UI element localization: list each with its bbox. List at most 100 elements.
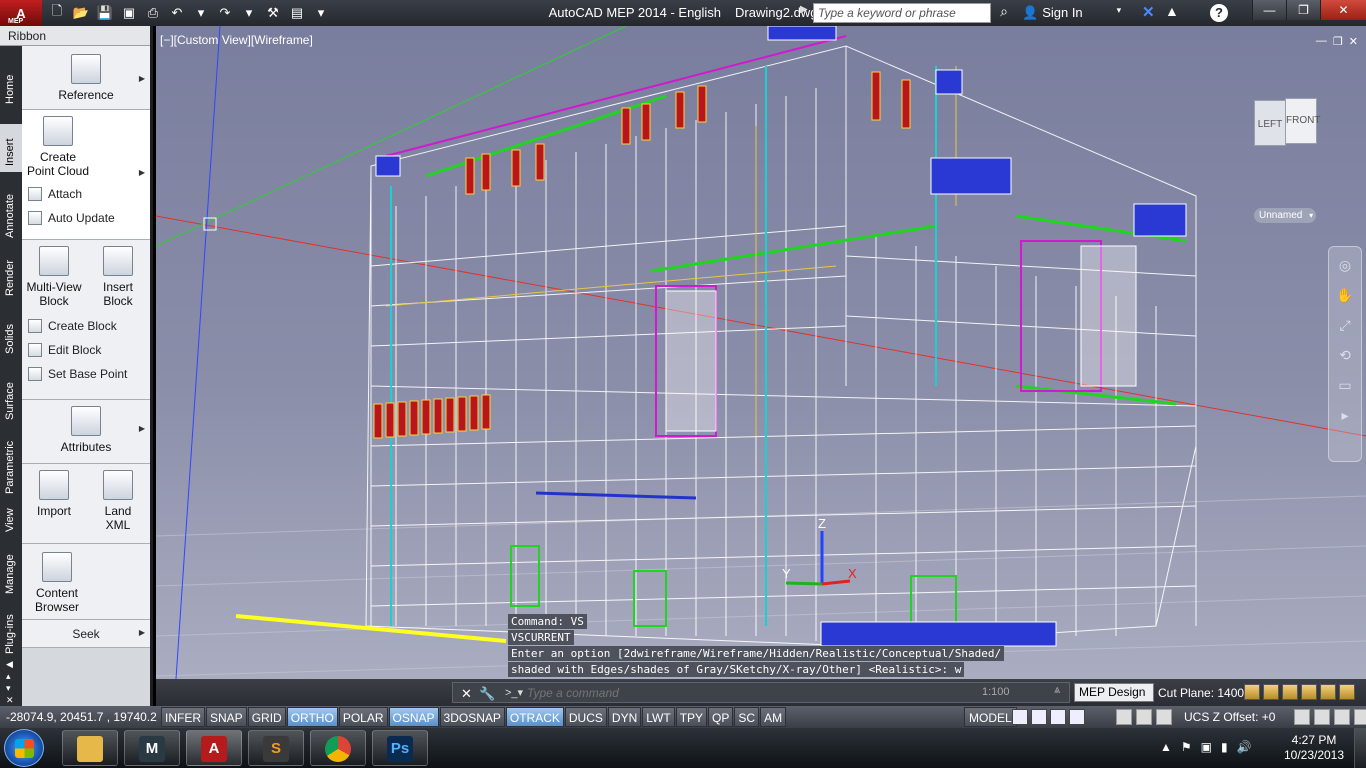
start-button[interactable] bbox=[4, 729, 44, 767]
tab-view[interactable]: View bbox=[0, 496, 22, 536]
set-base-point-button[interactable]: Set Base Point bbox=[22, 362, 150, 386]
annotation-visibility-icon[interactable]: ⩓ bbox=[1054, 684, 1060, 697]
redo-icon[interactable]: ↷ bbox=[214, 3, 236, 23]
toggle-am[interactable]: AM bbox=[760, 707, 787, 727]
show-hidden-icons[interactable]: ▲ bbox=[1160, 740, 1172, 754]
undo-dropdown-icon[interactable]: ▾ bbox=[190, 3, 212, 23]
seek-panel[interactable]: Seek ▶ bbox=[22, 620, 150, 648]
viewport-scale-icon[interactable] bbox=[1069, 709, 1085, 725]
orbit-icon[interactable]: ⟲ bbox=[1335, 347, 1355, 367]
help-icon[interactable]: ? bbox=[1210, 4, 1228, 22]
isolate-icon[interactable] bbox=[1314, 709, 1330, 725]
redo-dropdown-icon[interactable]: ▾ bbox=[238, 3, 260, 23]
taskbar-maya[interactable]: M bbox=[124, 730, 180, 766]
panel-expand-icon[interactable]: ▶ bbox=[139, 74, 145, 83]
import-button[interactable]: Import bbox=[26, 470, 82, 532]
toggle-snap[interactable]: SNAP bbox=[206, 707, 247, 727]
zoom-extents-icon[interactable]: ⤢ bbox=[1335, 317, 1355, 337]
toggle-otrack[interactable]: OTRACK bbox=[505, 707, 564, 727]
gear-icon[interactable] bbox=[1116, 709, 1132, 725]
drawing-viewport[interactable]: Z Y X [−][Custom View][Wireframe] — ❐ ✕ … bbox=[156, 26, 1366, 679]
signal-icon[interactable]: ▮ bbox=[1221, 740, 1228, 754]
tab-render[interactable]: Render bbox=[0, 250, 22, 304]
toggle-polar[interactable]: POLAR bbox=[338, 707, 388, 727]
pan-hand-icon[interactable]: ✋ bbox=[1335, 287, 1355, 307]
volume-icon[interactable]: 🔊 bbox=[1237, 740, 1252, 754]
auto-update-button[interactable]: Auto Update bbox=[22, 206, 150, 230]
reference-button[interactable]: Reference bbox=[22, 54, 150, 102]
multi-view-block-button[interactable]: Multi-View Block bbox=[26, 246, 82, 308]
lock-icon[interactable] bbox=[1136, 709, 1152, 725]
workspace-dropdown[interactable]: MEP Design ▾ bbox=[1074, 683, 1154, 712]
viewport-minimize-icon[interactable]: — bbox=[1316, 35, 1327, 48]
create-point-cloud-button[interactable]: Create Point Cloud bbox=[22, 116, 94, 178]
viewport-restore-icon[interactable]: ❐ bbox=[1333, 35, 1343, 48]
content-browser-button[interactable]: Content Browser bbox=[22, 552, 92, 614]
clock[interactable]: 4:27 PM 10/23/2013 bbox=[1282, 733, 1346, 763]
viewcube-left-face[interactable]: LEFT bbox=[1254, 100, 1286, 146]
land-xml-button[interactable]: Land XML bbox=[90, 470, 146, 532]
toggle-tpy[interactable]: TPY bbox=[675, 707, 708, 727]
edit-block-button[interactable]: Edit Block bbox=[22, 338, 150, 362]
minimize-button[interactable]: — bbox=[1252, 0, 1286, 20]
tab-surface[interactable]: Surface bbox=[0, 364, 22, 424]
toggle-grid[interactable]: GRID bbox=[247, 707, 286, 727]
tab-plug-ins[interactable]: Plug-ins bbox=[0, 606, 22, 654]
panel-expand-icon[interactable]: ▶ bbox=[139, 628, 145, 637]
tab-solids[interactable]: Solids bbox=[0, 308, 22, 360]
layer-key-icon[interactable] bbox=[1282, 684, 1298, 700]
undo-icon[interactable]: ↶ bbox=[166, 3, 188, 23]
tab-annotate[interactable]: Annotate bbox=[0, 180, 22, 246]
reference-panel[interactable]: Reference ▶ bbox=[22, 46, 150, 110]
quick-view-drawings-icon[interactable] bbox=[1031, 709, 1047, 725]
autodesk-360-icon[interactable]: ▲ bbox=[1165, 3, 1183, 23]
steering-wheel-icon[interactable]: ◎ bbox=[1335, 257, 1355, 277]
taskbar-explorer[interactable] bbox=[62, 730, 118, 766]
model-space-button[interactable]: MODEL bbox=[964, 707, 1017, 727]
close-button[interactable]: ✕ bbox=[1320, 0, 1366, 20]
clean-screen-icon[interactable] bbox=[1334, 709, 1350, 725]
tab-manage[interactable]: Manage bbox=[0, 540, 22, 598]
hardware-acceleration-icon[interactable] bbox=[1156, 709, 1172, 725]
toggle-lwt[interactable]: LWT bbox=[642, 707, 675, 727]
search-input[interactable]: Type a keyword or phrase bbox=[813, 3, 991, 23]
viewcube[interactable]: LEFT FRONT bbox=[1254, 92, 1320, 152]
sign-in-button[interactable]: 👤 Sign In ▾ bbox=[1022, 5, 1121, 21]
workspace-icon[interactable]: ▤ bbox=[286, 3, 308, 23]
panel-expand-icon[interactable]: ▶ bbox=[139, 424, 145, 433]
toggle-osnap[interactable]: OSNAP bbox=[388, 707, 439, 727]
toggle-dyn[interactable]: DYN bbox=[607, 707, 642, 727]
toggle-3dosnap[interactable]: 3DOSNAP bbox=[439, 707, 505, 727]
annotation-scale[interactable]: 1:100 bbox=[982, 686, 1010, 698]
attach-button[interactable]: Attach bbox=[22, 182, 150, 206]
match-properties-icon[interactable]: ⚒ bbox=[262, 3, 284, 23]
binoculars-icon[interactable]: ⌕ bbox=[994, 3, 1014, 23]
toggle-sc[interactable]: SC bbox=[734, 707, 760, 727]
quick-view-layouts-icon[interactable] bbox=[1012, 709, 1028, 725]
command-prompt-icon[interactable]: >_▾ bbox=[505, 686, 523, 699]
toggle-ortho[interactable]: ORTHO bbox=[286, 707, 338, 727]
flag-icon[interactable]: ⚑ bbox=[1181, 740, 1192, 754]
taskbar-photoshop[interactable]: Ps bbox=[372, 730, 428, 766]
toggle-qp[interactable]: QP bbox=[708, 707, 734, 727]
print-icon[interactable]: ⎙ bbox=[142, 3, 164, 23]
tab-home[interactable]: Home bbox=[0, 56, 22, 116]
taskbar-sublime[interactable]: S bbox=[248, 730, 304, 766]
viewport-controls-label[interactable]: [−][Custom View][Wireframe] bbox=[160, 33, 313, 47]
show-desktop-button[interactable] bbox=[1354, 728, 1366, 768]
close-icon[interactable]: ✕ bbox=[461, 686, 472, 702]
new-file-icon[interactable]: 🗋 bbox=[46, 3, 68, 23]
viewport-close-icon[interactable]: ✕ bbox=[1349, 35, 1358, 48]
wrench-icon[interactable]: 🔧 bbox=[479, 686, 495, 702]
application-menu-button[interactable]: A MEP bbox=[0, 0, 42, 26]
taskbar-autocad[interactable]: A bbox=[186, 730, 242, 766]
ucs-z-offset[interactable]: UCS Z Offset: +0 bbox=[1184, 710, 1275, 724]
viewcube-front-face[interactable]: FRONT bbox=[1285, 98, 1320, 144]
save-icon[interactable]: 💾 bbox=[94, 3, 116, 23]
taskbar-chrome[interactable] bbox=[310, 730, 366, 766]
toggle-ducs[interactable]: DUCS bbox=[564, 707, 607, 727]
create-block-button[interactable]: Create Block bbox=[22, 314, 150, 338]
network-icon[interactable]: ▣ bbox=[1201, 740, 1212, 754]
isolate-objects-icon[interactable] bbox=[1301, 684, 1317, 700]
open-file-icon[interactable]: 📂 bbox=[70, 3, 92, 23]
